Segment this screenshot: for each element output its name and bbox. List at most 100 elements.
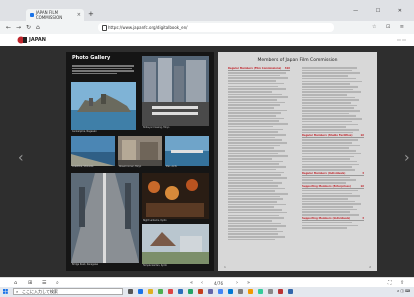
section-heading: Supporting Members (Enterprises) 16 (302, 185, 364, 189)
taskbar-search-placeholder: ここに入力して検索 (22, 288, 58, 294)
app-icon[interactable] (258, 289, 263, 294)
last-page-icon[interactable]: » (247, 280, 250, 286)
settings-icon[interactable] (238, 289, 243, 294)
section-heading-count: 16 (360, 184, 364, 188)
tab-japan-film-commission[interactable]: JAPAN FILM COMMISSION × (26, 9, 84, 21)
photo-pier[interactable] (165, 136, 209, 166)
reload-icon[interactable]: ↻ (26, 24, 31, 31)
list-item (302, 99, 359, 101)
photo-caption: Temple Garden, Kyoto (143, 264, 167, 267)
windows-start-icon[interactable] (3, 289, 8, 294)
list-item (228, 182, 282, 184)
toolbar-extension-icons[interactable]: ☆ ⊡ ≡ (372, 24, 408, 30)
app-icon[interactable] (248, 289, 253, 294)
list-item (302, 192, 352, 195)
next-page-arrow-icon[interactable]: › (404, 150, 410, 166)
list-item (228, 230, 283, 233)
list-item (228, 90, 272, 93)
close-tab-icon[interactable]: × (77, 12, 81, 18)
home-icon[interactable]: ⌂ (14, 280, 17, 286)
photo-island[interactable] (71, 82, 136, 130)
app-icon[interactable] (278, 289, 283, 294)
list-item (228, 187, 285, 190)
list-item (302, 179, 356, 181)
list-item (228, 236, 285, 238)
next-page-icon[interactable]: › (236, 280, 238, 286)
site-logo-text[interactable]: JAPAN (29, 37, 46, 43)
photo-coastline[interactable] (71, 136, 115, 166)
list-item (228, 93, 282, 96)
powerpoint-icon[interactable] (198, 289, 203, 294)
photo-lanterns[interactable] (142, 173, 209, 219)
photo-caption: Gunkanjima, Nagasaki (72, 130, 97, 133)
edge-icon[interactable] (138, 289, 143, 294)
list-item (302, 155, 354, 158)
list-item (228, 206, 274, 209)
fullscreen-icon[interactable]: ⛶ (388, 280, 392, 286)
window-controls[interactable]: — ☐ ✕ (353, 8, 410, 14)
list-item (302, 214, 359, 216)
search-icon[interactable]: ⌕ (56, 280, 59, 286)
site-logo-icon[interactable] (17, 36, 27, 44)
forward-icon[interactable]: → (16, 24, 21, 31)
list-icon[interactable]: ☰ (42, 280, 46, 286)
browser-toolbar: ← → ↻ ⌂ https://www.japanfc.org/digitalb… (0, 21, 414, 35)
list-item (302, 131, 353, 134)
back-icon[interactable]: ← (6, 24, 11, 31)
system-tray[interactable]: ∧ ◫ ⌨ (397, 289, 410, 293)
new-tab-button[interactable]: + (88, 10, 94, 18)
list-item (228, 166, 286, 168)
app-icon[interactable] (268, 289, 273, 294)
home-icon[interactable]: ⌂ (36, 24, 40, 31)
list-item (228, 201, 277, 203)
share-icon[interactable]: ⇪ (400, 280, 404, 286)
taskbar-search-box[interactable]: ⌕ ここに入力して検索 (13, 288, 123, 295)
list-item (228, 109, 287, 112)
chrome-icon[interactable] (218, 289, 223, 294)
list-item (228, 141, 287, 144)
list-item (228, 128, 283, 131)
list-item (302, 152, 361, 155)
store-icon[interactable] (158, 289, 163, 294)
list-item (228, 133, 286, 136)
app-icon[interactable] (288, 289, 293, 294)
section-heading-label: Regular Members (Individuals) (302, 171, 346, 175)
word-icon[interactable] (178, 289, 183, 294)
list-item (302, 227, 347, 229)
address-bar[interactable]: https://www.japanfc.org/digitalbook_en/ (98, 23, 334, 32)
teams-icon[interactable] (208, 289, 213, 294)
list-item (302, 147, 349, 150)
previous-page-arrow-icon[interactable]: ‹ (18, 150, 24, 166)
thumbnails-icon[interactable]: ⊞ (28, 280, 32, 286)
list-item (302, 80, 362, 83)
list-item (228, 112, 281, 114)
photo-street-corner[interactable] (118, 136, 162, 166)
prev-page-icon[interactable]: ‹ (201, 280, 203, 286)
list-item (302, 211, 350, 213)
photo-city-crossing[interactable] (142, 56, 209, 126)
list-item (228, 184, 278, 187)
first-page-icon[interactable]: « (190, 280, 193, 286)
list-item (228, 233, 278, 235)
os-taskbar: ⌕ ここに入力して検索 ∧ ◫ ⌨ (0, 287, 414, 297)
site-menu-icons[interactable]: ▭ ▭ (397, 37, 406, 42)
list-item (228, 101, 285, 104)
browser-tab-bar: JAPAN FILM COMMISSION × + — ☐ ✕ (0, 0, 414, 21)
list-item (228, 77, 288, 80)
photo-temple-garden[interactable] (142, 224, 209, 264)
excel-icon[interactable] (188, 289, 193, 294)
list-item (228, 82, 284, 85)
list-item (302, 69, 352, 72)
list-item (228, 238, 275, 241)
outlook-icon[interactable] (228, 289, 233, 294)
task-view-icon[interactable] (128, 289, 133, 294)
list-item (302, 128, 359, 131)
list-item (302, 150, 356, 152)
page-number-left: 1 (224, 265, 226, 269)
list-item (302, 102, 351, 104)
explorer-icon[interactable] (148, 289, 153, 294)
list-item (228, 125, 273, 128)
photo-bridge-road[interactable] (71, 173, 139, 263)
mail-icon[interactable] (168, 289, 173, 294)
list-item (302, 189, 358, 192)
